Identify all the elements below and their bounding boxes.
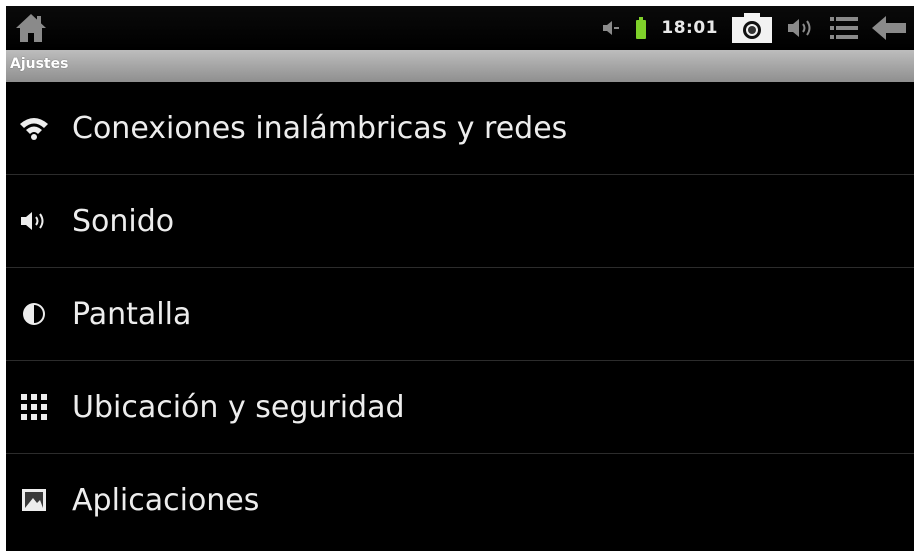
back-icon[interactable] bbox=[872, 15, 906, 41]
settings-item-label: Pantalla bbox=[72, 296, 192, 332]
settings-list: Conexiones inalámbricas y redes Sonido P… bbox=[6, 82, 914, 546]
settings-item-label: Conexiones inalámbricas y redes bbox=[72, 110, 568, 146]
menu-icon[interactable] bbox=[830, 16, 858, 40]
page-title: Ajustes bbox=[10, 56, 69, 72]
title-bar: Ajustes bbox=[6, 50, 914, 82]
speaker-icon bbox=[18, 205, 50, 237]
settings-item-label: Ubicación y seguridad bbox=[72, 389, 405, 425]
home-icon[interactable] bbox=[14, 12, 48, 44]
status-clock: 18:01 bbox=[661, 18, 718, 38]
settings-item-label: Aplicaciones bbox=[72, 482, 260, 518]
settings-item-sound[interactable]: Sonido bbox=[6, 175, 914, 268]
battery-icon bbox=[636, 17, 647, 39]
location-grid-icon bbox=[18, 391, 50, 423]
settings-item-location-security[interactable]: Ubicación y seguridad bbox=[6, 361, 914, 454]
status-bar: 18:01 bbox=[6, 6, 914, 50]
settings-item-display[interactable]: Pantalla bbox=[6, 268, 914, 361]
volume-mute-icon bbox=[603, 21, 620, 35]
settings-item-label: Sonido bbox=[72, 203, 175, 239]
settings-item-applications[interactable]: Aplicaciones bbox=[6, 454, 914, 546]
android-screen: 18:01 Ajustes Conexiones inalámbricas y … bbox=[6, 6, 914, 551]
brightness-icon bbox=[18, 298, 50, 330]
camera-icon[interactable] bbox=[732, 13, 772, 43]
wifi-icon bbox=[18, 112, 50, 144]
volume-icon[interactable] bbox=[786, 17, 816, 39]
applications-icon bbox=[18, 484, 50, 516]
status-icons: 18:01 bbox=[587, 6, 906, 50]
settings-item-wireless[interactable]: Conexiones inalámbricas y redes bbox=[6, 82, 914, 175]
